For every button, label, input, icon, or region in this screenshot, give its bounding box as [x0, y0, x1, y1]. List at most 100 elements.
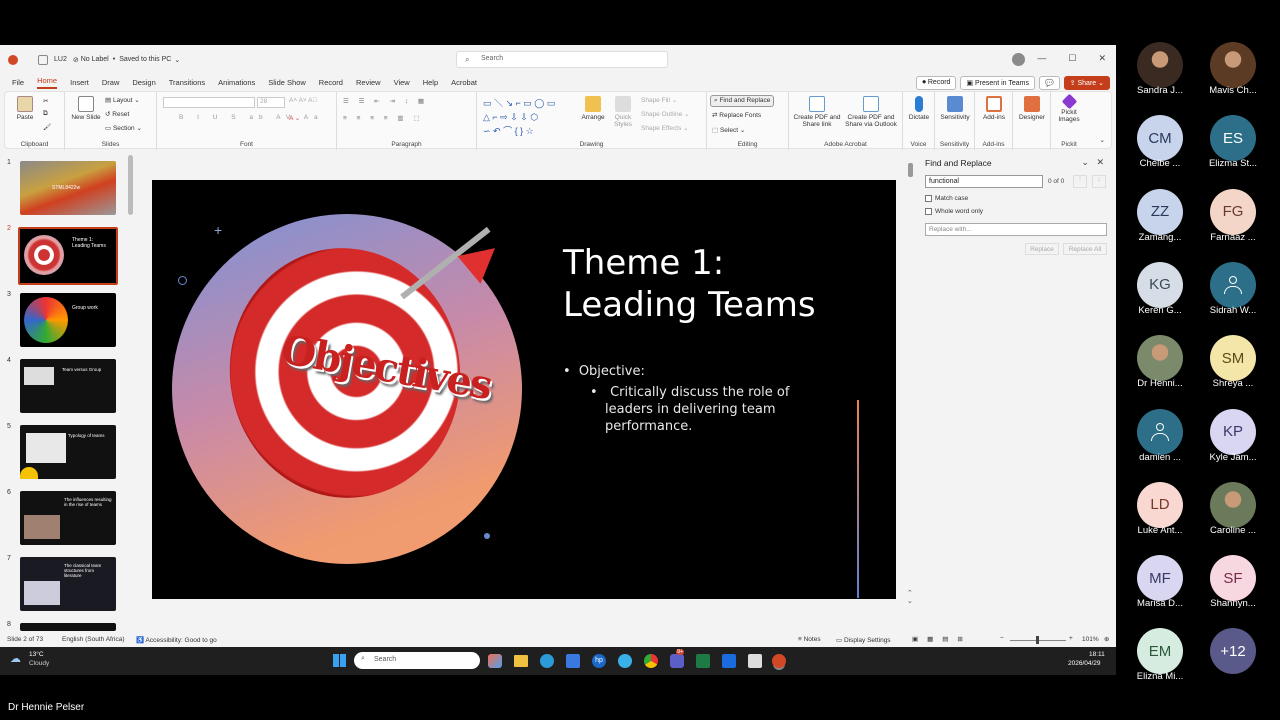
- menu-animations[interactable]: Animations: [218, 78, 255, 87]
- pickit-images-button[interactable]: Pickit Images: [1053, 93, 1085, 123]
- sensitivity-label[interactable]: No Label: [81, 56, 109, 63]
- excel-icon[interactable]: [696, 654, 710, 668]
- participant-avatar[interactable]: FG: [1210, 188, 1256, 235]
- menu-transitions[interactable]: Transitions: [169, 78, 205, 87]
- slide-thumbnail-7[interactable]: The classical team structures from liter…: [20, 557, 116, 611]
- replace-all-button[interactable]: Replace All: [1063, 243, 1107, 255]
- find-input[interactable]: functional: [925, 175, 1043, 188]
- menu-acrobat[interactable]: Acrobat: [451, 78, 477, 87]
- slide-nav-arrows[interactable]: ⌃ ⌄: [907, 590, 913, 606]
- shape-effects-button[interactable]: Shape Effects ⌄: [641, 124, 689, 132]
- dictate-button[interactable]: Dictate: [905, 96, 933, 121]
- accessibility-indicator[interactable]: ♿ Accessibility: Good to go: [136, 636, 217, 644]
- zoom-slider-thumb[interactable]: [1036, 636, 1039, 644]
- new-slide-button[interactable]: New Slide: [71, 96, 101, 121]
- find-replace-button[interactable]: ⌕ Find and Replace: [710, 95, 775, 107]
- participant-avatar[interactable]: [1210, 42, 1256, 88]
- font-color-icon[interactable]: A ⌄: [289, 114, 300, 122]
- zoom-in-icon[interactable]: +: [1069, 635, 1073, 642]
- format-painter-icon[interactable]: 🖌: [43, 123, 51, 131]
- slide-thumbnail-1[interactable]: STML8422w: [20, 161, 116, 215]
- participant-avatar[interactable]: [1137, 408, 1183, 455]
- menu-design[interactable]: Design: [132, 78, 155, 87]
- comments-button[interactable]: 💬: [1038, 76, 1060, 90]
- participant-avatar[interactable]: MF: [1137, 555, 1183, 602]
- zoom-out-icon[interactable]: −: [1000, 635, 1004, 642]
- participant-avatar[interactable]: +12: [1210, 628, 1256, 675]
- menu-file[interactable]: File: [12, 78, 24, 87]
- replace-input[interactable]: Replace with...: [925, 223, 1107, 236]
- create-pdf-outlook-button[interactable]: Create PDF and Share via Outlook: [843, 96, 899, 128]
- shape-fill-button[interactable]: Shape Fill ⌄: [641, 96, 677, 104]
- participant-avatar[interactable]: [1210, 261, 1256, 308]
- participant-avatar[interactable]: SM: [1210, 335, 1256, 382]
- arrange-button[interactable]: Arrange: [579, 96, 607, 121]
- menu-home[interactable]: Home: [37, 76, 58, 89]
- thumbnail-scrollbar[interactable]: [128, 155, 133, 215]
- clock-time[interactable]: 18:11: [1089, 651, 1105, 658]
- zoom-level[interactable]: 101%: [1082, 636, 1099, 643]
- menu-draw[interactable]: Draw: [102, 78, 120, 87]
- participant-avatar[interactable]: [1137, 335, 1183, 382]
- powerpoint-taskbar-icon[interactable]: [772, 654, 786, 668]
- select-button[interactable]: ⬚ Select ⌄: [712, 126, 745, 134]
- slide-canvas[interactable]: Objectives + Theme 1: Leading Teams • Ob…: [152, 180, 896, 599]
- previous-match-button[interactable]: ↑: [1073, 175, 1087, 188]
- windows-start-icon[interactable]: [333, 654, 346, 667]
- layout-button[interactable]: ▤ Layout ⌄: [105, 96, 140, 104]
- save-icon[interactable]: [38, 54, 48, 65]
- menu-review[interactable]: Review: [356, 78, 381, 87]
- notes-button[interactable]: ≡ Notes: [798, 636, 821, 643]
- panel-options-icon[interactable]: ⌄: [1081, 157, 1089, 167]
- panel-close-icon[interactable]: ✕: [1096, 157, 1104, 167]
- participant-avatar[interactable]: ES: [1210, 115, 1256, 162]
- save-status[interactable]: Saved to this PC: [119, 56, 171, 63]
- teams-icon[interactable]: [670, 654, 684, 668]
- designer-button[interactable]: Designer: [1015, 96, 1049, 121]
- maximize-icon[interactable]: ☐: [1068, 53, 1076, 64]
- participant-avatar[interactable]: KP: [1210, 408, 1256, 455]
- snipping-tool-icon[interactable]: [748, 654, 762, 668]
- whole-word-checkbox[interactable]: Whole word only: [925, 208, 983, 215]
- view-buttons[interactable]: ▣▦▤⊞: [912, 635, 972, 643]
- participant-avatar[interactable]: SF: [1210, 555, 1256, 602]
- hp-icon[interactable]: hp: [592, 654, 606, 668]
- participant-avatar[interactable]: EM: [1137, 628, 1183, 675]
- replace-button[interactable]: Replace: [1025, 243, 1059, 255]
- account-avatar[interactable]: [1012, 53, 1025, 66]
- chrome-icon[interactable]: [644, 654, 658, 668]
- font-size-select[interactable]: 28: [257, 97, 285, 108]
- menu-help[interactable]: Help: [423, 78, 438, 87]
- copilot-icon[interactable]: [488, 654, 502, 668]
- participant-avatar[interactable]: CM: [1137, 115, 1183, 162]
- edge-icon[interactable]: [540, 654, 554, 668]
- participant-avatar[interactable]: ZZ: [1137, 188, 1183, 235]
- shapes-gallery[interactable]: ▭ ＼ ↘ ⌐ ▭ ◯ ▭ △ ⌐ ⇨ ⇩ ⇩ ⬡ ∽ ↶ ⌒ { } ☆: [483, 96, 571, 138]
- collapse-ribbon-icon[interactable]: ⌄: [1100, 136, 1105, 144]
- file-explorer-icon[interactable]: [514, 655, 528, 667]
- copy-icon[interactable]: ⧉: [43, 110, 48, 118]
- participant-avatar[interactable]: [1137, 42, 1183, 88]
- slide-thumbnail-8[interactable]: [20, 623, 116, 631]
- menu-insert[interactable]: Insert: [70, 78, 89, 87]
- slide-thumbnail-4[interactable]: Team versus Group: [20, 359, 116, 413]
- language-indicator[interactable]: English (South Africa): [62, 636, 125, 643]
- participant-avatar[interactable]: [1210, 481, 1256, 528]
- present-teams-button[interactable]: ▣ Present in Teams: [960, 76, 1035, 90]
- menu-record[interactable]: Record: [319, 78, 343, 87]
- display-settings-button[interactable]: ▭ Display Settings: [836, 636, 891, 644]
- fit-slide-icon[interactable]: ⊕: [1104, 635, 1109, 643]
- slide-thumbnail-6[interactable]: The influences resulting in the rise of …: [20, 491, 116, 545]
- cut-icon[interactable]: ✂: [43, 97, 48, 105]
- slide-thumbnail-3[interactable]: Group work: [20, 293, 116, 347]
- menu-slideshow[interactable]: Slide Show: [268, 78, 306, 87]
- minimize-icon[interactable]: —: [1037, 53, 1046, 64]
- section-button[interactable]: ▭ Section ⌄: [105, 124, 142, 132]
- share-button[interactable]: ⇪ Share ⌄: [1063, 76, 1110, 90]
- record-button[interactable]: ⏺ Record: [916, 76, 957, 90]
- quick-styles-button[interactable]: Quick Styles: [609, 96, 637, 128]
- search-box[interactable]: ⌕ Search: [456, 51, 668, 68]
- outlook-icon[interactable]: [722, 654, 736, 668]
- paste-button[interactable]: Paste: [11, 96, 39, 121]
- shape-outline-button[interactable]: Shape Outline ⌄: [641, 110, 689, 118]
